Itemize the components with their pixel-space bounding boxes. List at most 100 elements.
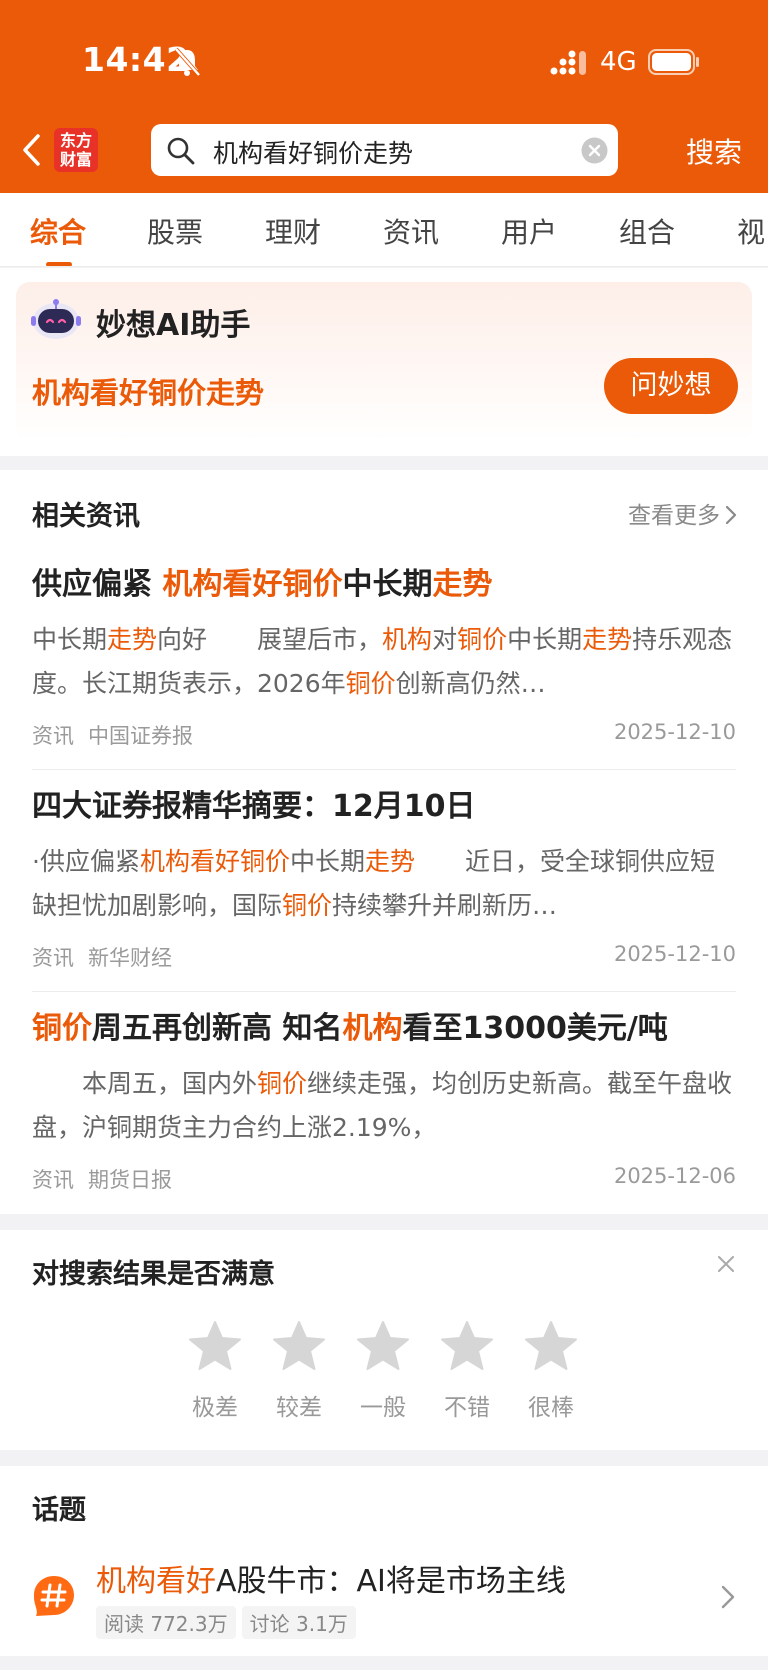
news-item[interactable]: 铜价周五再创新高 知名机构看至13000美元/吨 本周五，国内外铜价继续走强，均… — [32, 1008, 736, 1192]
news-date: 2025-12-10 — [613, 942, 736, 966]
news-summary: 本周五，国内外铜价继续走强，均创历史新高。截至午盘收盘，沪铜期货主力合约上涨2.… — [32, 1062, 736, 1150]
category-tabs: 综合 股票 理财 资讯 用户 组合 视 — [0, 193, 768, 267]
text-segment: ·供应偏紧 — [32, 847, 140, 876]
news-item[interactable]: 供应偏紧 机构看好铜价中长期走势 中长期走势向好 展望后市，机构对铜价中长期走势… — [32, 564, 736, 748]
robot-icon — [31, 299, 81, 339]
news-date: 2025-12-10 — [613, 720, 736, 744]
topics-section: 话题 机构看好A股牛市：AI将是市场主线 阅读 772.3万 讨论 3.1万 — [0, 1466, 768, 1656]
text-segment: 创新高仍然… — [395, 669, 546, 698]
network-label: 4G — [600, 47, 637, 77]
rating-option[interactable]: 不错 — [427, 1320, 507, 1422]
tab-users[interactable]: 用户 — [501, 211, 557, 251]
view-more-label: 查看更多 — [628, 503, 720, 529]
star-icon — [273, 1321, 325, 1370]
news-category: 资讯 — [32, 724, 74, 748]
topic-title[interactable]: 机构看好A股牛市：AI将是市场主线 — [96, 1556, 566, 1600]
status-bar: 14:42 4G — [0, 0, 768, 120]
rating-label: 很棒 — [528, 1395, 574, 1421]
rating-option[interactable]: 较差 — [259, 1320, 339, 1422]
tab-news[interactable]: 资讯 — [383, 211, 439, 251]
view-more-link[interactable]: 查看更多 — [628, 496, 738, 530]
topic-stats: 阅读 772.3万 讨论 3.1万 — [96, 1606, 362, 1639]
tab-portfolios[interactable]: 组合 — [619, 211, 675, 251]
search-query-text[interactable]: 机构看好铜价走势 — [213, 134, 413, 170]
news-meta: 资讯 期货日报 2025-12-06 — [32, 1164, 736, 1192]
topic-read-count: 阅读 772.3万 — [96, 1606, 236, 1639]
rating-option[interactable]: 极差 — [175, 1320, 255, 1422]
keyword-highlight: 铜价 — [32, 1011, 92, 1046]
news-summary: ·供应偏紧机构看好铜价中长期走势 近日，受全球铜供应短缺担忧加剧影响，国际铜价持… — [32, 840, 736, 928]
logo-text-top: 东方 — [59, 131, 92, 150]
news-item[interactable]: 四大证券报精华摘要：12月10日 ·供应偏紧机构看好铜价中长期走势 近日，受全球… — [32, 786, 736, 970]
signal-icon — [550, 50, 586, 75]
logo-text-bottom: 财富 — [59, 150, 92, 169]
ai-query-text[interactable]: 机构看好铜价走势 — [32, 370, 264, 412]
rating-label: 一般 — [360, 1395, 406, 1421]
news-source: 中国证券报 — [88, 724, 193, 748]
tab-stocks[interactable]: 股票 — [147, 211, 203, 251]
text-segment: 周五再创新高 知名 — [92, 1011, 343, 1046]
keyword-highlight: 机构 — [382, 625, 433, 654]
news-title[interactable]: 四大证券报精华摘要：12月10日 — [32, 786, 736, 828]
hashtag-icon — [34, 1576, 74, 1616]
divider — [32, 991, 736, 992]
text-segment: 向好 展望后市， — [157, 625, 383, 654]
tab-video[interactable]: 视 — [737, 211, 765, 251]
search-icon — [167, 137, 195, 165]
keyword-highlight: 机构看好铜价 — [162, 567, 343, 602]
text-segment: 本周五，国内外 — [32, 1069, 258, 1098]
rating-label: 不错 — [444, 1395, 490, 1421]
rating-label: 极差 — [192, 1395, 238, 1421]
news-category: 资讯 — [32, 946, 74, 970]
keyword-highlight: 机构看好铜价 — [139, 847, 290, 876]
text-segment: 对 — [432, 625, 458, 654]
star-icon — [357, 1321, 409, 1370]
related-news-section: 相关资讯 查看更多 供应偏紧 机构看好铜价中长期走势 中长期 走势向好 展望后市，… — [0, 470, 768, 1214]
topic-discussion-count: 讨论 3.1万 — [241, 1606, 356, 1639]
star-icon — [525, 1321, 577, 1370]
search-input[interactable]: 机构看好铜价走势 — [151, 124, 618, 176]
chevron-right-icon — [725, 505, 737, 525]
tab-wealth[interactable]: 理财 — [265, 211, 321, 251]
topic-title-rest: A股牛市：AI将是市场主线 — [216, 1564, 566, 1599]
keyword-highlight: 铜价 — [257, 1069, 308, 1098]
text-segment: 中长期 — [289, 847, 365, 876]
news-date: 2025-12-06 — [613, 1164, 736, 1188]
keyword-highlight: 铜价 — [282, 891, 333, 920]
ai-assistant-title: 妙想AI助手 — [96, 308, 251, 343]
bell-muted-icon — [174, 47, 201, 77]
ai-assistant-section: 妙想AI助手 机构看好铜价走势 问妙想 — [0, 268, 768, 456]
back-arrow-icon[interactable] — [16, 128, 48, 172]
rating-option[interactable]: 一般 — [343, 1320, 423, 1422]
news-summary: 中长期走势向好 展望后市，机构对铜价中长期走势持乐观态度。长江期货表示，2026… — [32, 618, 736, 706]
news-meta: 资讯 中国证券报 2025-12-10 — [32, 720, 736, 748]
star-icon — [441, 1321, 493, 1370]
divider — [32, 769, 736, 770]
news-category: 资讯 — [32, 1168, 74, 1192]
news-meta: 资讯 新华财经 2025-12-10 — [32, 942, 736, 970]
rating-option[interactable]: 很棒 — [511, 1320, 591, 1422]
ask-ai-button[interactable]: 问妙想 — [604, 358, 738, 414]
news-title[interactable]: 供应偏紧 机构看好铜价中长期走势 — [32, 564, 736, 606]
news-source: 期货日报 — [88, 1168, 172, 1192]
text-segment: 供应偏紧 — [32, 567, 163, 602]
keyword-highlight: 铜价 — [345, 669, 396, 698]
close-icon[interactable] — [714, 1252, 738, 1276]
text-segment: 看至13000美元/吨 — [402, 1011, 668, 1046]
clear-icon[interactable] — [581, 137, 608, 164]
topic-title-highlight: 机构看好 — [96, 1564, 216, 1599]
keyword-highlight: 走势 — [432, 567, 493, 602]
active-tab-indicator — [46, 262, 72, 266]
ai-assistant-card[interactable]: 妙想AI助手 机构看好铜价走势 问妙想 — [16, 282, 752, 442]
news-source: 新华财经 — [88, 946, 172, 970]
search-button[interactable]: 搜索 — [686, 131, 742, 171]
news-title[interactable]: 铜价周五再创新高 知名机构看至13000美元/吨 — [32, 1008, 736, 1050]
tab-all[interactable]: 综合 — [30, 211, 86, 251]
chevron-right-icon[interactable] — [720, 1584, 736, 1610]
feedback-title: 对搜索结果是否满意 — [32, 1259, 275, 1290]
keyword-highlight: 机构 — [342, 1011, 403, 1046]
topics-section-title: 话题 — [32, 1495, 86, 1526]
news-section-title: 相关资讯 — [32, 501, 140, 532]
rating-label: 较差 — [276, 1395, 322, 1421]
battery-icon — [648, 49, 699, 75]
